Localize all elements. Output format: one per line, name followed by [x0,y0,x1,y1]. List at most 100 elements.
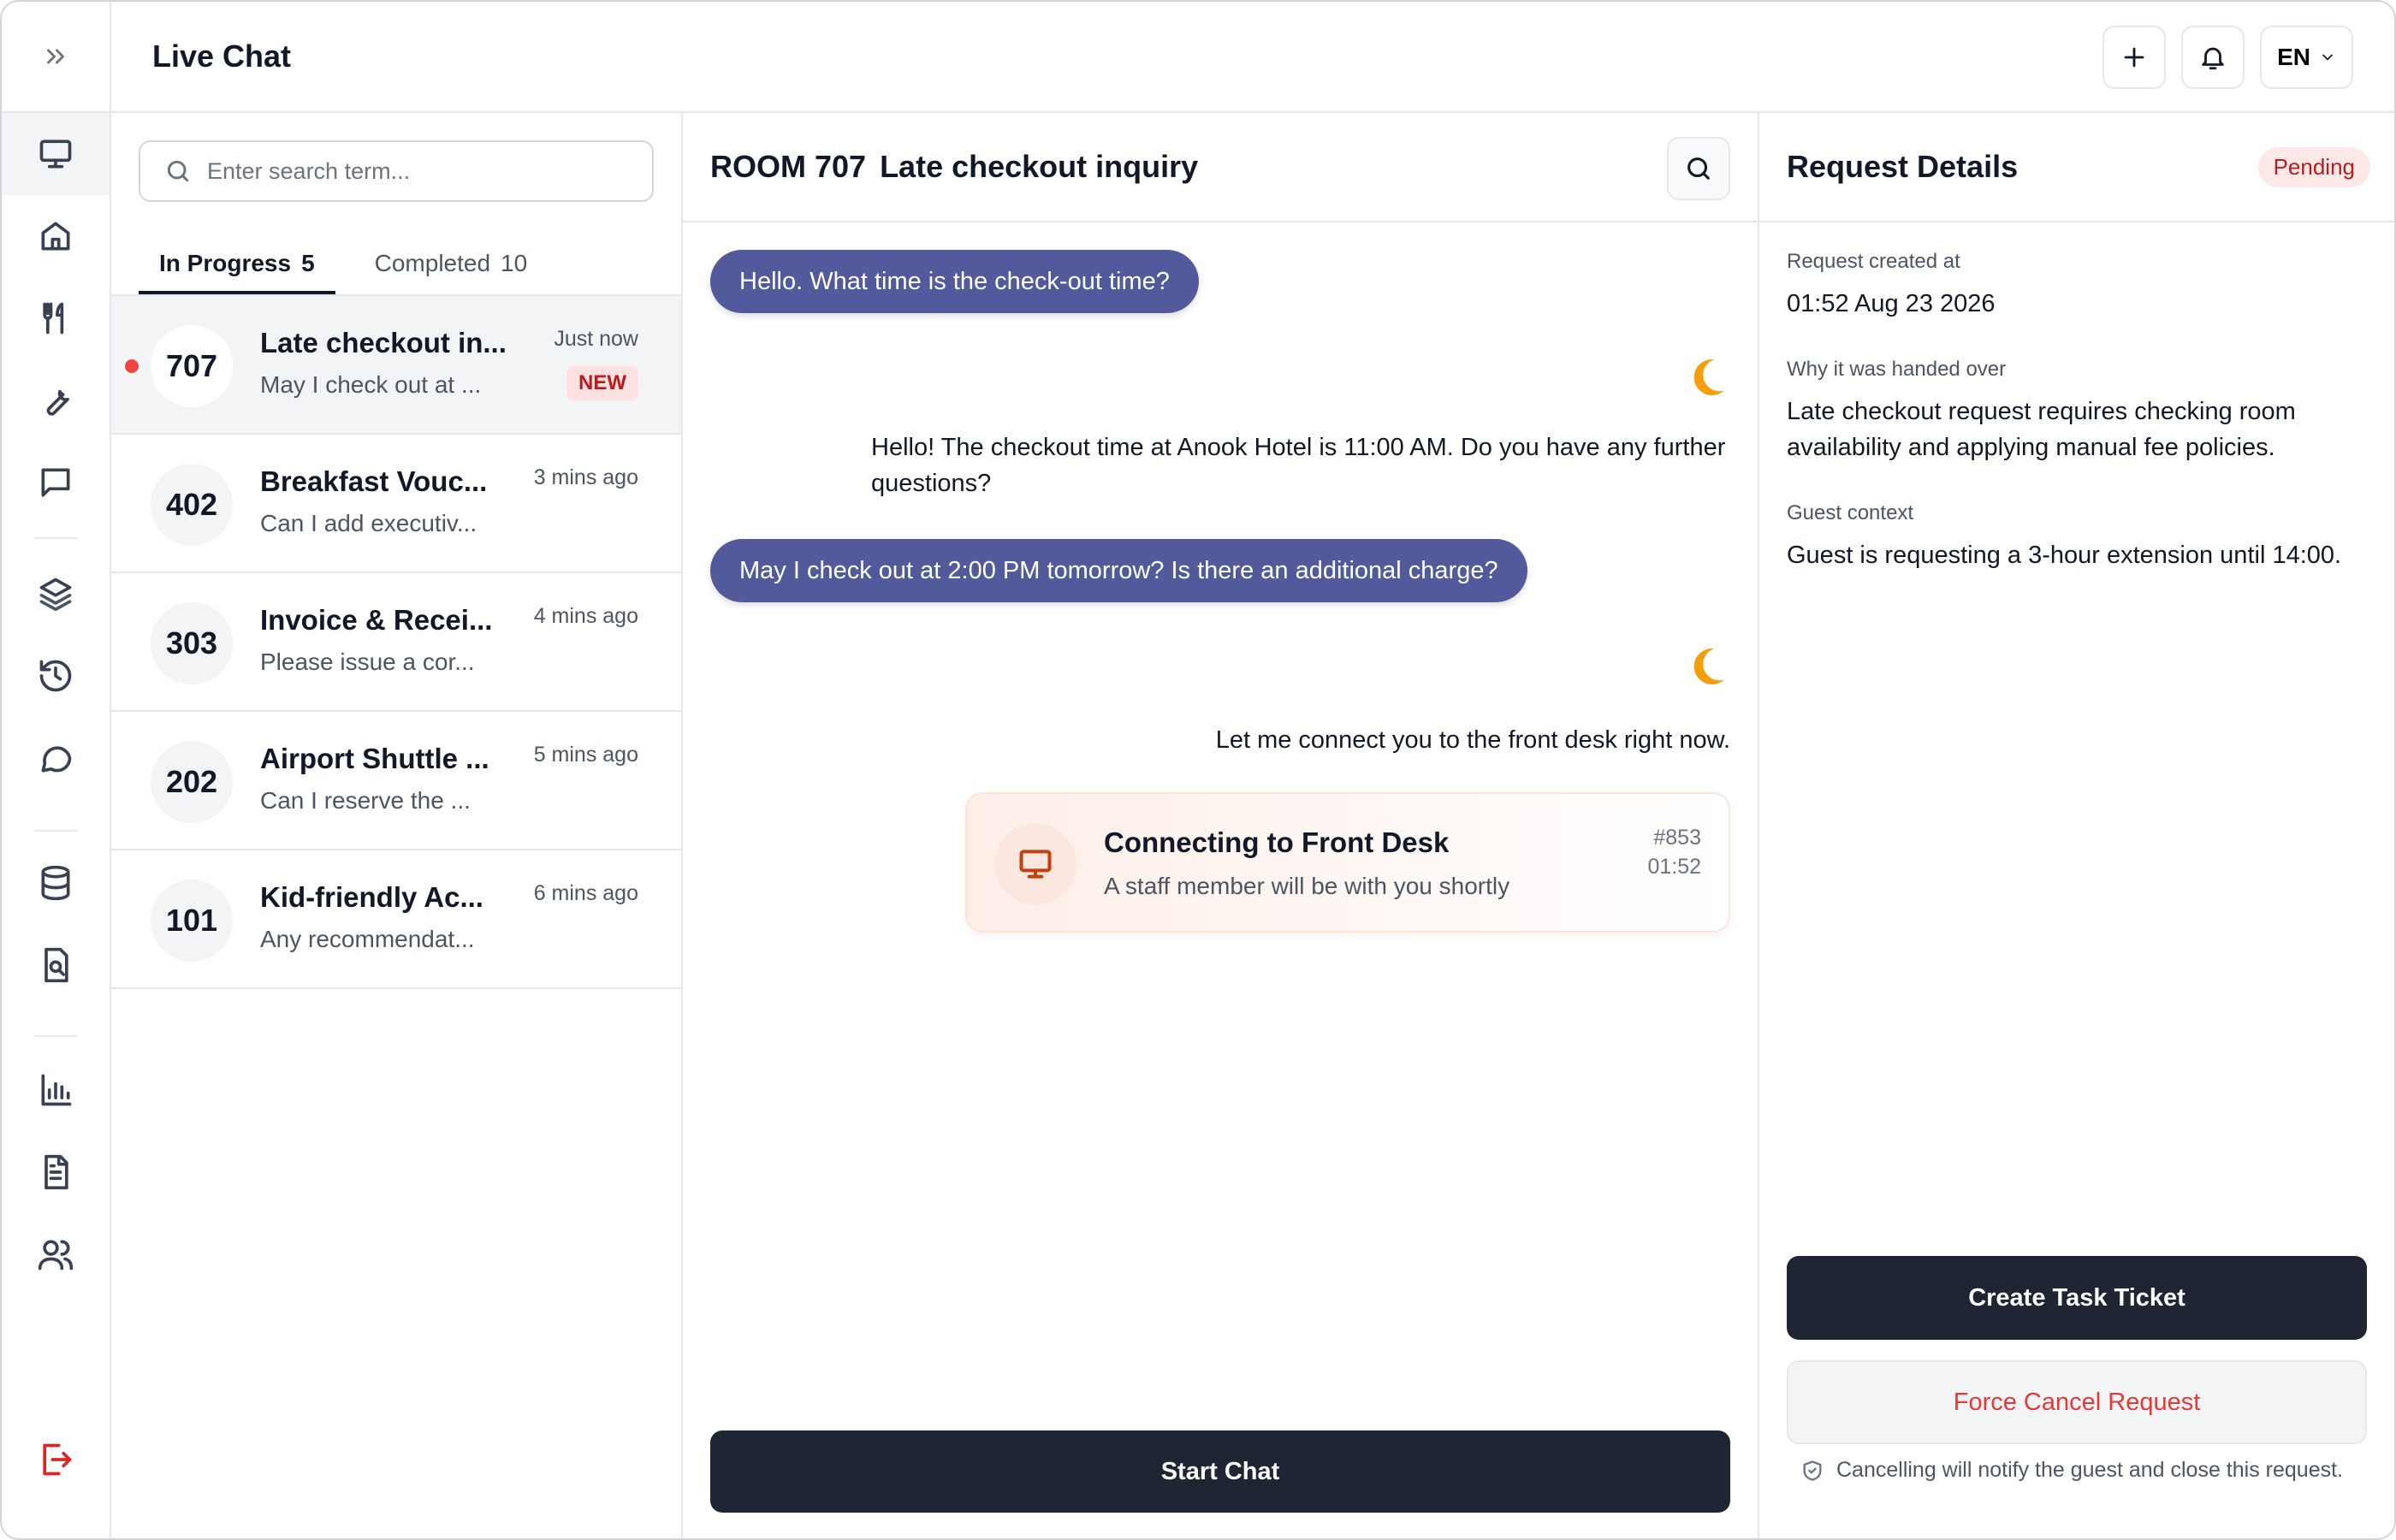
rail-item-users[interactable] [2,1213,110,1295]
conversation-panel: ROOM 707 Late checkout inquiry Hello. Wh… [683,113,1759,1538]
tab-count: 10 [501,250,528,276]
conversation-title: Late checkout in... [260,327,507,358]
room-number-avatar: 202 [151,741,233,823]
handover-card: Connecting to Front Desk A staff member … [965,792,1730,933]
conversation-time: 4 mins ago [533,604,638,628]
tab-label: Completed [374,250,491,276]
page-title: Live Chat [152,38,292,74]
file-search-icon [44,947,68,983]
search-icon [167,160,189,182]
logout-icon [43,1443,72,1476]
cancel-note: Cancelling will notify the guest and clo… [1800,1458,2343,1483]
details-title: Request Details [1787,149,2019,184]
search-icon [1687,157,1710,180]
list-item[interactable]: 303 Invoice & Recei... Please issue a co… [111,573,681,712]
bot-message: Hello! The checkout time at Anook Hotel … [871,434,1726,497]
rail-item-database[interactable] [2,842,110,924]
conversation-preview: Please issue a cor... [260,649,475,675]
rail-item-analytics[interactable] [2,1049,110,1131]
status-badge: Pending [2257,147,2370,187]
handover-title: Connecting to Front Desk [1104,826,1450,858]
rail-item-file-search[interactable] [2,924,110,1006]
conversation-time: 6 mins ago [533,881,638,905]
conversation-list-panel: In Progress 5 Completed 10 707 Late chec… [111,113,683,1538]
start-chat-button[interactable]: Start Chat [710,1430,1730,1513]
rail-divider [34,1035,77,1037]
guest-message: Hello. What time is the check-out time? [710,250,1199,313]
app-header: Live Chat EN [111,2,2394,113]
conversation-room: ROOM 707 [710,149,867,184]
force-cancel-request-button[interactable]: Force Cancel Request [1787,1360,2367,1444]
rail-item-maintenance[interactable] [2,359,110,441]
conversation-title: Airport Shuttle ... [260,743,489,774]
nav-rail [2,2,111,1538]
details-header: Request Details Pending [1759,113,2394,222]
database-icon [41,865,70,901]
rail-item-layers[interactable] [2,553,110,635]
plus-icon [2124,47,2144,68]
rail-item-home[interactable] [2,195,110,277]
rail-item-history[interactable] [2,635,110,717]
rail-item-chat[interactable] [2,717,110,799]
rail-expand-button[interactable] [2,2,110,113]
wrench-icon [46,389,69,416]
home-icon [41,222,70,251]
handover-time: 01:52 [1647,855,1701,879]
created-at-value: 01:52 Aug 23 2026 [1787,290,1996,317]
app-window: Live Chat EN In Progress 5 C [0,0,2396,1540]
created-at-label: Request created at [1787,250,1960,273]
conversation-title: Kid-friendly Ac... [260,881,483,913]
rail-item-dining[interactable] [2,277,110,359]
file-text-icon [44,1154,68,1190]
tab-in-progress[interactable]: In Progress 5 [139,241,335,294]
list-item[interactable]: 202 Airport Shuttle ... Can I reserve th… [111,712,681,850]
tab-label: In Progress [159,250,292,276]
conversation-header: ROOM 707 Late checkout inquiry [683,113,1758,222]
conversation-search-button[interactable] [1667,137,1730,200]
conversation-rows: 707 Late checkout in... May I check out … [111,294,681,989]
add-button[interactable] [2102,26,2167,89]
guest-context-label: Guest context [1787,501,1914,524]
handover-icon-circle [994,823,1076,905]
conversation-preview: Can I add executiv... [260,510,477,536]
language-select[interactable]: EN [2260,26,2353,89]
bar-chart-icon [41,1074,72,1106]
rail-item-documents[interactable] [2,1131,110,1213]
rail-divider [34,830,77,832]
conversation-title: Breakfast Vouc... [260,465,488,497]
request-details-panel: Request Details Pending Request created … [1759,113,2394,1538]
list-item[interactable]: 402 Breakfast Vouc... Can I add executiv… [111,435,681,573]
create-task-ticket-button[interactable]: Create Task Ticket [1787,1256,2367,1340]
conversation-time: 5 mins ago [533,743,638,767]
room-number-avatar: 101 [151,880,233,962]
tab-completed[interactable]: Completed 10 [354,241,549,294]
utensils-icon [43,302,64,335]
created-at-block: Request created at 01:52 Aug 23 2026 [1787,250,2370,322]
shield-check-icon [1803,1460,1822,1481]
list-item[interactable]: 707 Late checkout in... May I check out … [111,296,681,435]
list-item[interactable]: 101 Kid-friendly Ac... Any recommendat..… [111,850,681,989]
room-number-avatar: 303 [151,602,233,684]
conversation-preview: May I check out at ... [260,371,482,398]
layers-icon [39,578,72,612]
guest-context-value: Guest is requesting a 3-hour extension u… [1787,542,2342,569]
handover-reason-value: Late checkout request requires checking … [1787,398,2296,461]
notifications-button[interactable] [2181,26,2245,89]
rail-divider [34,537,77,539]
conversation-topic: Late checkout inquiry [880,149,1199,184]
cancel-note-text: Cancelling will notify the guest and clo… [1836,1458,2343,1482]
message-square-icon [41,468,70,497]
rail-item-monitor[interactable] [2,113,110,195]
rail-item-logout[interactable] [2,1419,110,1501]
header-actions: EN [2102,26,2353,89]
handover-subtitle: A staff member will be with you shortly [1104,873,1510,899]
guest-context-block: Guest context Guest is requesting a 3-ho… [1787,501,2370,573]
rail-item-messages[interactable] [2,441,110,524]
conversation-time: 3 mins ago [533,465,638,489]
bot-message: Let me connect you to the front desk rig… [1215,726,1730,754]
chevrons-right-icon [47,49,64,64]
history-icon [39,660,72,692]
search-input[interactable] [207,157,618,185]
message-circle-icon [41,746,72,773]
new-badge: NEW [566,366,638,400]
